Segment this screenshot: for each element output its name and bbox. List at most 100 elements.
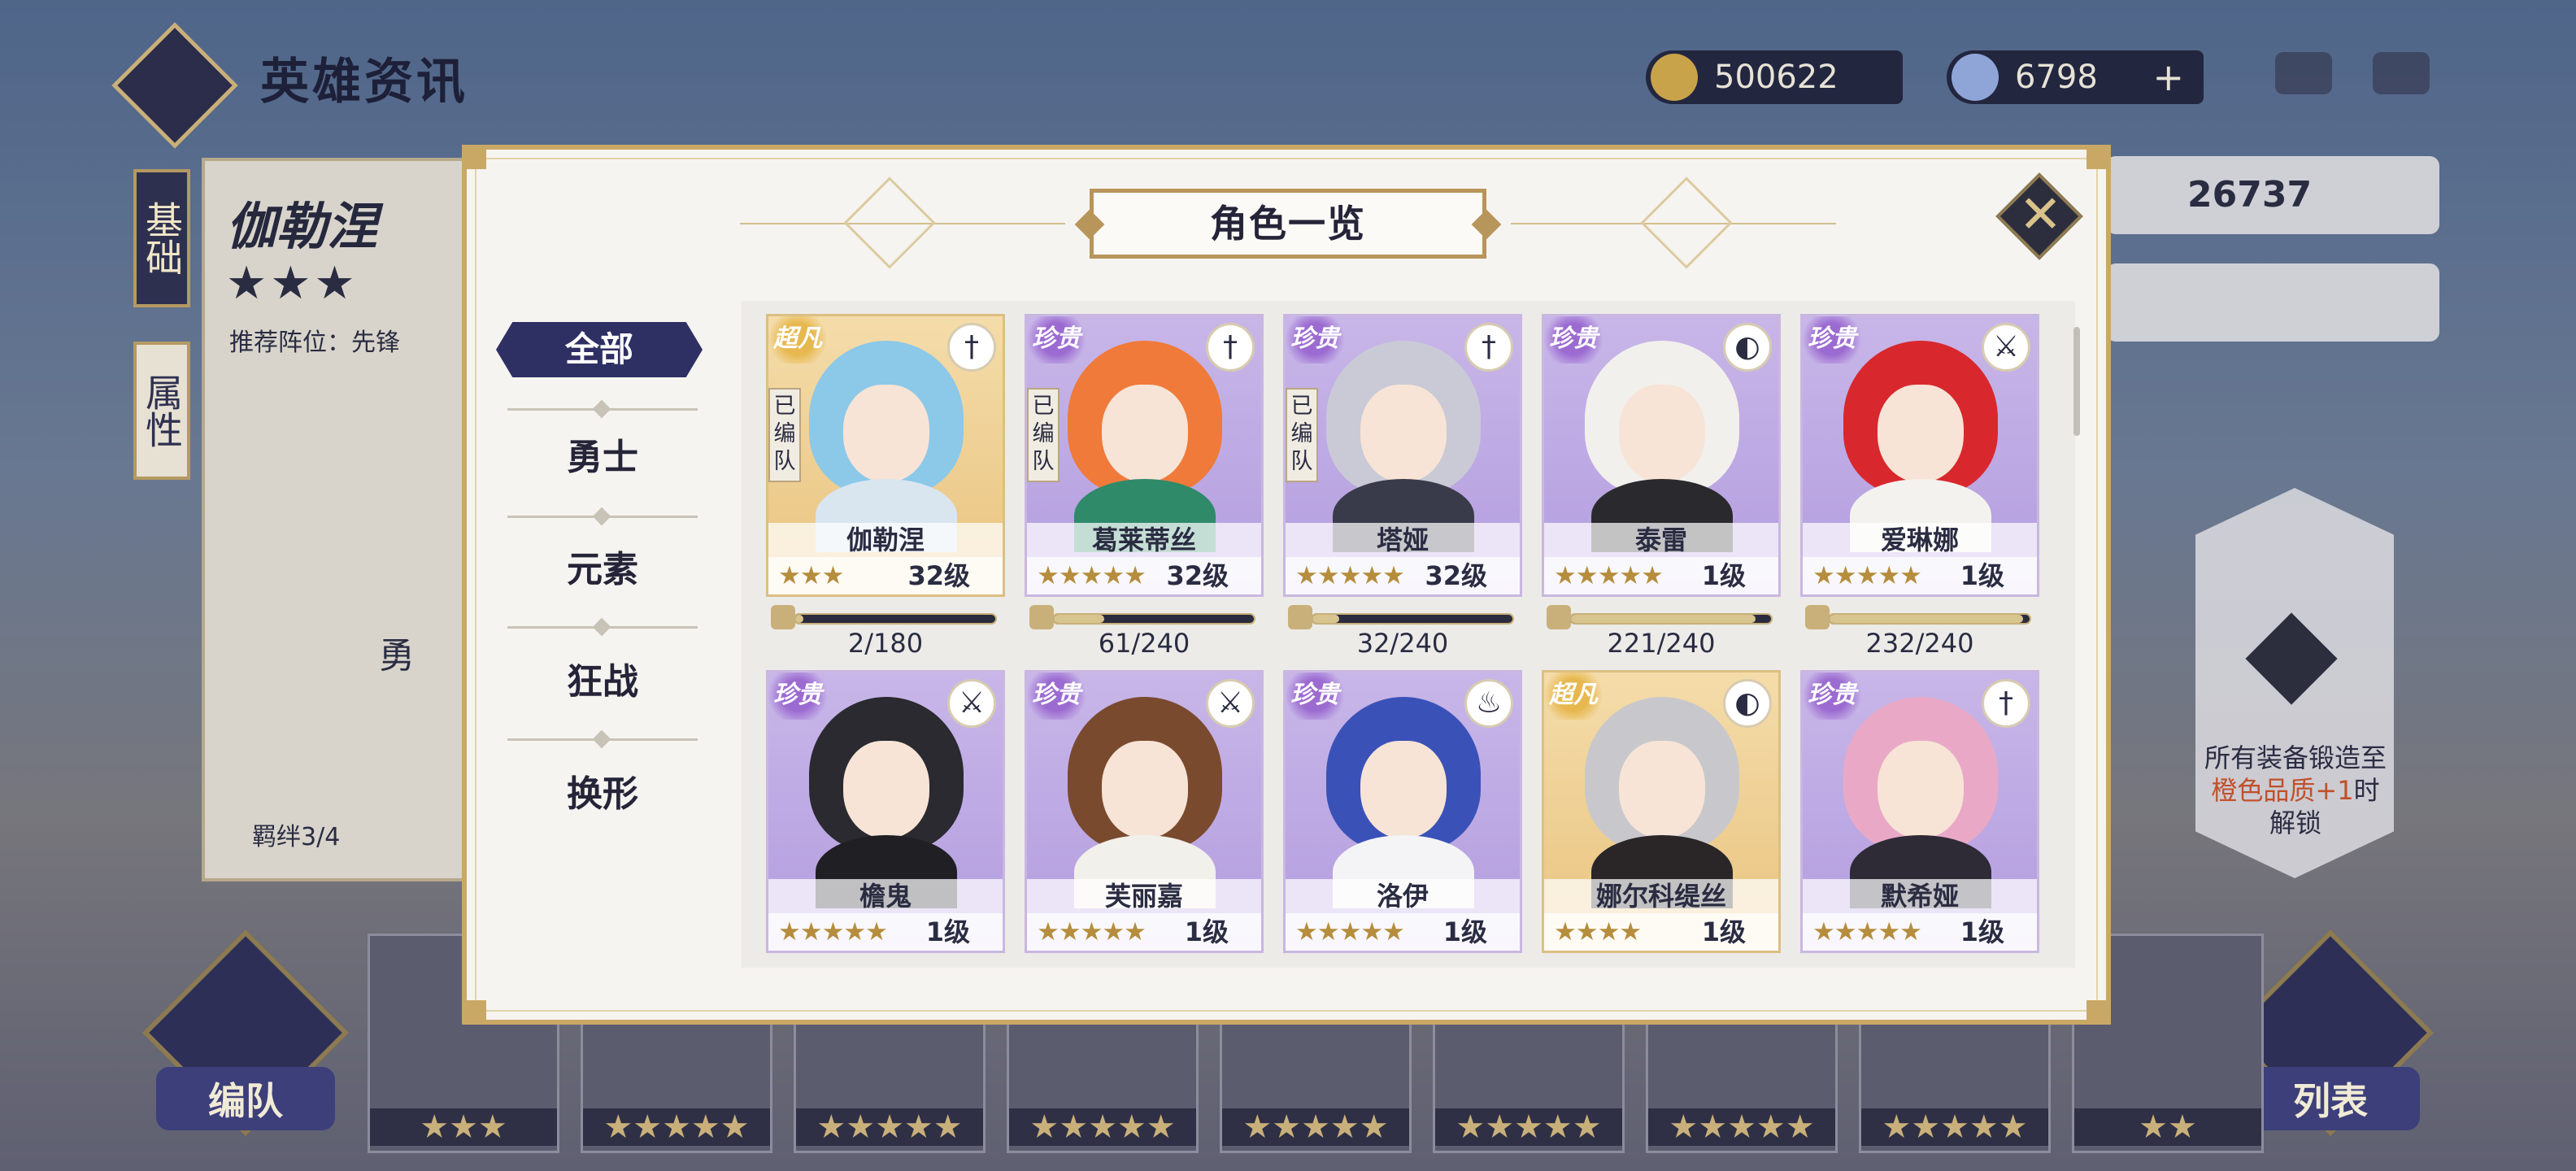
shard-progress: 2/180 [766,605,1005,659]
star-rating: ★★★★★ [1037,561,1147,590]
modal-corner [462,145,486,169]
shard-progress: 232/240 [1800,605,2039,659]
progress-track [1569,613,1773,625]
hero-name: 伽勒涅 [226,197,378,256]
axe-icon: ⚔ [947,679,996,728]
hero-level: 32级 [1425,560,1487,591]
strip-star-rating: ★★ [2074,1108,2261,1146]
hero-face [1878,385,1964,482]
hero-face [1619,385,1705,482]
hero-card[interactable]: 珍贵 † 默希娅 ★★★★★ 1级 [1800,670,2039,953]
mask-icon: ◐ [1723,323,1772,372]
progress-track [1052,613,1255,625]
unlock-hint-highlight: 橙色品质+1 [2211,775,2354,806]
gold-coin-icon [1651,54,1698,101]
hero-face [1360,385,1447,482]
progress-text: 61/240 [1098,628,1190,659]
gem-icon [1952,54,1999,101]
strip-star-rating: ★★★★★ [1861,1108,2048,1146]
equipment-row[interactable] [2106,263,2439,342]
unlock-hint-line1: 所有装备锻造至 [2204,742,2387,773]
category-divider [507,408,698,411]
hero-card-stats: ★★★★★ 32级 [1027,557,1261,594]
power-value: 26737 [2106,156,2439,234]
shard-progress: 221/240 [1542,605,1781,659]
strip-star-rating: ★★★★★ [583,1108,770,1146]
tab-attributes[interactable]: 属性 [133,342,190,480]
hero-level: 1级 [925,916,970,947]
strip-star-rating: ★★★★★ [1648,1108,1835,1146]
chat-icon[interactable] [2275,52,2332,94]
category-shapeshift[interactable]: 换形 [485,764,720,816]
hero-level: 32级 [1166,560,1229,591]
star-rating: ★★★ [778,561,844,590]
shard-icon [1288,605,1312,629]
star-rating: ★★★★★ [1554,561,1664,590]
hero-portrait [1318,341,1489,552]
hero-level: 1级 [1701,916,1746,947]
star-rating: ★★★★★ [1295,917,1405,947]
progress-fill [795,615,803,623]
star-rating: ★★★★★ [1812,917,1922,947]
hero-card[interactable]: 珍贵 ⚔ 芙丽嘉 ★★★★★ 1级 [1025,670,1264,953]
hero-portrait [1577,341,1747,552]
hero-card-name: 伽勒涅 [768,523,1003,557]
rarity-badge: 珍贵 [1027,316,1087,363]
progress-text: 221/240 [1607,628,1716,659]
category-all[interactable]: 全部 [496,322,703,377]
in-team-badge: 已编队 [768,388,801,482]
hero-card-stats: ★★★★★ 32级 [1286,557,1520,594]
hero-card[interactable]: 超凡 ◐ 娜尔科缇丝 ★★★★ 1级 [1542,670,1781,953]
strip-star-rating: ★★★★★ [1222,1108,1409,1146]
hero-face [1360,741,1447,838]
list-button[interactable]: 列表 [2226,929,2435,1137]
add-gems-button[interactable]: + [2152,50,2184,104]
category-berserk[interactable]: 狂战 [485,652,720,704]
hero-card[interactable]: 珍贵 † 已编队 葛莱蒂丝 ★★★★★ 32级 [1025,314,1264,597]
shard-progress: 32/240 [1283,605,1522,659]
star-rating: ★★★★★ [1812,561,1922,590]
grid-scrollbar[interactable] [2073,327,2080,436]
gem-value: 6798 [2015,59,2098,96]
gold-counter: 500622 [1646,50,1903,104]
strip-star-rating: ★★★★★ [1435,1108,1622,1146]
hero-card[interactable]: 珍贵 ♨ 洛伊 ★★★★★ 1级 [1283,670,1522,953]
hero-face [843,385,929,482]
page-title: 英雄资讯 [260,54,468,111]
hero-card[interactable]: 珍贵 † 已编队 塔娅 ★★★★★ 32级 [1283,314,1522,597]
sword-icon: † [1464,323,1513,372]
in-team-badge: 已编队 [1027,388,1060,482]
hero-level: 32级 [907,560,970,591]
modal-corner [2086,1000,2111,1025]
hero-card-stats: ★★★★★ 1级 [1803,913,2037,951]
category-element[interactable]: 元素 [485,540,720,592]
hero-card[interactable]: 珍贵 ◐ 泰雷 ★★★★★ 1级 [1542,314,1781,597]
progress-track [1311,613,1514,625]
team-button[interactable]: 编队 [141,929,350,1137]
hero-level: 1级 [1960,916,2004,947]
axe-icon: ⚔ [1206,679,1255,728]
modal-corner [2086,145,2111,169]
mail-icon[interactable] [2373,52,2430,94]
tab-basic[interactable]: 基础 [133,169,190,307]
hero-card[interactable]: 珍贵 ⚔ 爱琳娜 ★★★★★ 1级 [1800,314,2039,597]
hero-card[interactable]: 珍贵 ⚔ 檐鬼 ★★★★★ 1级 [766,670,1005,953]
rarity-badge: 珍贵 [1803,673,1863,720]
hero-card-stats: ★★★ 32级 [768,557,1003,594]
progress-track [1828,613,2031,625]
hero-card[interactable]: 超凡 † 已编队 伽勒涅 ★★★ 32级 [766,314,1005,597]
hero-portrait [1060,697,1230,908]
progress-track [794,613,997,625]
rarity-badge: 珍贵 [1544,316,1604,363]
sword-icon: † [1982,679,2030,728]
hero-face [1102,385,1188,482]
hero-portrait [1835,697,2006,908]
in-team-badge: 已编队 [1286,388,1318,482]
star-rating: ★★★★★ [1295,561,1405,590]
hero-card-name: 芙丽嘉 [1027,879,1261,913]
rarity-badge: 珍贵 [1286,316,1346,363]
bond-counter[interactable]: 羁绊3/4 [252,816,340,852]
category-warrior[interactable]: 勇士 [485,428,720,480]
strip-star-rating: ★★★★★ [1009,1108,1196,1146]
team-button-label: 编队 [156,1067,335,1130]
